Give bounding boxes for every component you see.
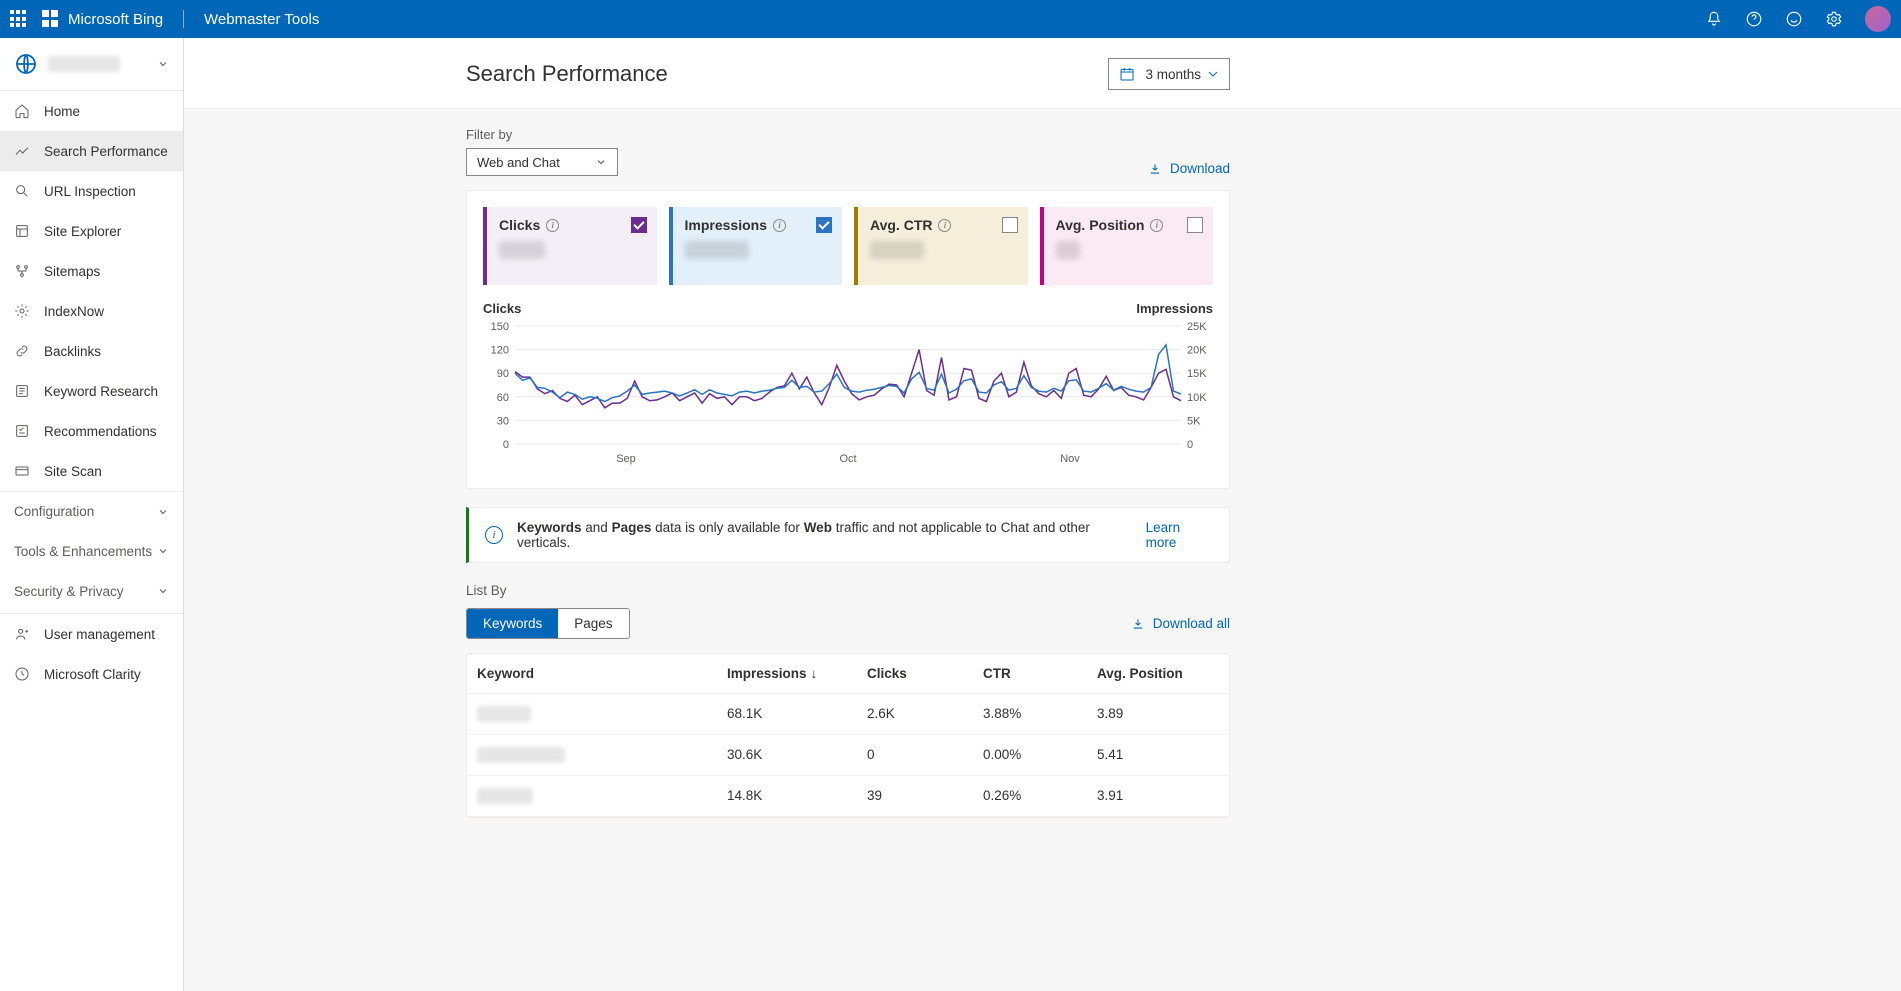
table-row[interactable]: 68.1K2.6K3.88%3.89 [467, 694, 1229, 735]
nav-url-inspection[interactable]: URL Inspection [0, 171, 183, 211]
nav-group-tools[interactable]: Tools & Enhancements [0, 531, 183, 571]
metric-value-redacted [685, 241, 749, 259]
chart-right-axis-label: Impressions [1136, 301, 1213, 316]
table-header: Keyword Impressions↓ Clicks CTR Avg. Pos… [467, 654, 1229, 694]
site-selector[interactable] [0, 38, 183, 90]
nav-search-performance[interactable]: Search Performance [0, 131, 183, 171]
svg-text:Sep: Sep [616, 453, 636, 465]
metric-ctr-checkbox[interactable] [1002, 217, 1018, 233]
svg-text:25K: 25K [1187, 322, 1207, 333]
nav-recommendations[interactable]: Recommendations [0, 411, 183, 451]
nav-user-management[interactable]: User management [0, 614, 183, 654]
segment-pages[interactable]: Pages [558, 609, 628, 638]
nav-sitemaps[interactable]: Sitemaps [0, 251, 183, 291]
brand[interactable]: Microsoft Bing Webmaster Tools [42, 10, 319, 28]
brand-label-2: Webmaster Tools [204, 11, 319, 28]
segment-keywords[interactable]: Keywords [467, 609, 558, 638]
nav-home[interactable]: Home [0, 91, 183, 131]
settings-icon[interactable] [1825, 10, 1843, 28]
site-name-redacted [48, 56, 120, 72]
svg-text:0: 0 [1187, 439, 1193, 451]
svg-text:90: 90 [497, 368, 509, 380]
col-keyword[interactable]: Keyword [477, 666, 727, 681]
metric-clicks[interactable]: Clicksi [483, 207, 657, 285]
download-button[interactable]: Download [1148, 161, 1230, 176]
nav-microsoft-clarity[interactable]: Microsoft Clarity [0, 654, 183, 694]
svg-text:10K: 10K [1187, 392, 1207, 404]
metric-value-redacted [1056, 241, 1080, 259]
filter-label: Filter by [466, 127, 618, 142]
info-icon[interactable]: i [1150, 219, 1163, 232]
info-icon: i [485, 526, 503, 544]
brand-label-1: Microsoft Bing [68, 11, 163, 28]
sidebar: Home Search Performance URL Inspection S… [0, 38, 184, 991]
top-bar: Microsoft Bing Webmaster Tools [0, 0, 1901, 38]
avatar[interactable] [1865, 6, 1891, 32]
col-impressions[interactable]: Impressions↓ [727, 666, 867, 681]
metric-ctr[interactable]: Avg. CTRi [854, 207, 1028, 285]
brand-separator [183, 10, 184, 28]
svg-text:150: 150 [491, 322, 509, 333]
page-title: Search Performance [466, 61, 668, 87]
svg-text:30: 30 [497, 415, 509, 427]
metric-position-checkbox[interactable] [1187, 217, 1203, 233]
col-ctr[interactable]: CTR [983, 666, 1097, 681]
info-icon[interactable]: i [546, 219, 559, 232]
table-row[interactable]: 30.6K00.00%5.41 [467, 735, 1229, 776]
learn-more-link[interactable]: Learn more [1146, 520, 1213, 550]
svg-text:60: 60 [497, 392, 509, 404]
col-clicks[interactable]: Clicks [867, 666, 983, 681]
keywords-table: Keyword Impressions↓ Clicks CTR Avg. Pos… [466, 653, 1230, 818]
nav-keyword-research[interactable]: Keyword Research [0, 371, 183, 411]
svg-text:Nov: Nov [1060, 453, 1080, 465]
main: Search Performance 3 months Filter by We… [184, 38, 1901, 991]
keyword-redacted [477, 747, 565, 763]
nav-site-scan[interactable]: Site Scan [0, 451, 183, 491]
notifications-icon[interactable] [1705, 10, 1723, 28]
keyword-redacted [477, 706, 531, 722]
app-launcher-icon[interactable] [10, 10, 28, 28]
sort-desc-icon: ↓ [811, 666, 818, 681]
keyword-redacted [477, 788, 533, 804]
nav-backlinks[interactable]: Backlinks [0, 331, 183, 371]
nav-group-security[interactable]: Security & Privacy [0, 571, 183, 611]
info-banner: i Keywords and Pages data is only availa… [466, 507, 1230, 563]
ms-logo-icon [42, 10, 60, 28]
svg-text:Oct: Oct [839, 453, 856, 465]
download-all-button[interactable]: Download all [1131, 616, 1230, 631]
metric-value-redacted [499, 241, 545, 259]
info-banner-text: Keywords and Pages data is only availabl… [517, 520, 1132, 550]
info-icon[interactable]: i [773, 219, 786, 232]
metric-clicks-checkbox[interactable] [631, 217, 647, 233]
col-position[interactable]: Avg. Position [1097, 666, 1219, 681]
nav-site-explorer[interactable]: Site Explorer [0, 211, 183, 251]
svg-text:20K: 20K [1187, 345, 1207, 357]
table-row[interactable]: 14.8K390.26%3.91 [467, 776, 1229, 817]
metric-value-redacted [870, 241, 924, 259]
metric-position[interactable]: Avg. Positioni [1040, 207, 1214, 285]
help-icon[interactable] [1745, 10, 1763, 28]
nav-indexnow[interactable]: IndexNow [0, 291, 183, 331]
date-range-selector[interactable]: 3 months [1108, 58, 1230, 90]
chart-card: Clicksi Impressionsi Avg. CTRi [466, 190, 1230, 489]
svg-text:120: 120 [491, 345, 509, 357]
feedback-icon[interactable] [1785, 10, 1803, 28]
svg-text:0: 0 [503, 439, 509, 451]
nav-group-configuration[interactable]: Configuration [0, 491, 183, 531]
list-by-label: List By [466, 583, 1230, 598]
performance-chart[interactable]: 0 0 30 5K 60 10K 90 15K 120 20K 150 25K Sep Oct Nov [483, 322, 1213, 472]
svg-text:15K: 15K [1187, 368, 1207, 380]
list-by-segment: Keywords Pages [466, 608, 630, 639]
metric-impressions[interactable]: Impressionsi [669, 207, 843, 285]
filter-selector[interactable]: Web and Chat [466, 148, 618, 176]
chart-left-axis-label: Clicks [483, 301, 521, 316]
svg-text:5K: 5K [1187, 415, 1201, 427]
info-icon[interactable]: i [938, 219, 951, 232]
metric-impressions-checkbox[interactable] [816, 217, 832, 233]
